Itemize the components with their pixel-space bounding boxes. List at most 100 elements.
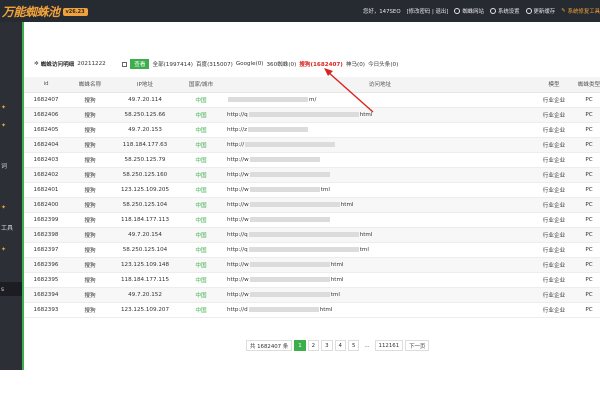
table-row[interactable]: 1682404搜狗118.184.177.63中国http://行业企业PC20… (24, 137, 600, 153)
nav-spider-sites[interactable]: 蜘蛛网站 (454, 7, 484, 15)
redacted-url-block (248, 306, 319, 312)
table-row[interactable]: 1682405搜狗49.7.20.153中国http://z行业企业PC2021… (24, 122, 600, 138)
stat-shenma[interactable]: 神马(0) (346, 60, 365, 68)
col-header-model[interactable]: 模型 (536, 77, 572, 93)
table-row[interactable]: 1682397 搜狗 58.250.125.104 中国 http://q tml 行业企业… (24, 242, 600, 258)
table-row[interactable]: 1682400 搜狗 58.250.125.104 中国 http://w html 行业企… (24, 197, 600, 213)
cell-url[interactable]: http://q html (224, 107, 536, 123)
pager-page-4[interactable]: 4 (334, 340, 346, 351)
sidebar-item-7[interactable]: s (0, 282, 22, 296)
cell-region: 中国 (178, 257, 224, 273)
redacted-url-block (248, 126, 309, 132)
cell-url[interactable]: m/ (224, 92, 536, 108)
table-row[interactable]: 1682401 搜狗 123.125.109.205 中国 http://w tml 行业企… (24, 182, 600, 198)
stat-360[interactable]: 360蜘蛛(0) (267, 60, 297, 68)
cell-spider: 搜狗 (68, 302, 112, 318)
cell-model: 行业企业 (536, 272, 572, 288)
stat-google[interactable]: Google(0) (236, 61, 264, 67)
cell-region: 中国 (178, 242, 224, 258)
cell-spider: 搜狗 (68, 137, 112, 153)
cell-model: 行业企业 (536, 182, 572, 198)
url-prefix: http://d (227, 306, 248, 313)
cell-url[interactable]: http://w html (224, 197, 536, 213)
cell-type: PC (572, 92, 600, 108)
cell-model: 行业企业 (536, 212, 572, 228)
stat-all[interactable]: 全部(1997414) (152, 60, 192, 68)
table-row[interactable]: 1682402搜狗58.250.125.160中国http://w行业企业PC2… (24, 167, 600, 183)
pager-last-page[interactable]: 112161 (374, 340, 404, 351)
cell-url[interactable]: http://w tml (224, 182, 536, 198)
sidebar-item-2[interactable]: ✦ (0, 118, 22, 132)
pager-page-5[interactable]: 5 (347, 340, 360, 351)
cell-url[interactable]: http://z (224, 122, 536, 138)
col-header-type[interactable]: 蜘蛛类型 (572, 77, 600, 93)
cell-region: 中国 (178, 137, 224, 153)
url-prefix: http://q (227, 111, 248, 118)
col-header-id[interactable]: id (24, 77, 68, 93)
cell-type: PC (572, 257, 600, 273)
cell-id: 1682396 (24, 257, 68, 273)
table-row[interactable]: 1682393 搜狗 123.125.109.207 中国 http://d html 行业… (24, 302, 600, 318)
cell-spider: 搜狗 (68, 257, 112, 273)
table-row[interactable]: 1682399 搜狗 118.184.177.113 中国 http://w 行业企业 PC… (24, 212, 600, 228)
pager-page-1[interactable]: 1 (294, 340, 306, 351)
col-header-region[interactable]: 国家/城市 (178, 77, 224, 93)
search-button[interactable]: 查看 (130, 59, 150, 69)
table-row[interactable]: 1682396 搜狗 123.125.109.148 中国 http://w html 行业… (24, 257, 600, 273)
sidebar-item-3[interactable]: 词 (0, 158, 22, 172)
date-input[interactable] (77, 61, 120, 67)
cell-model: 行业企业 (536, 242, 572, 258)
cell-id: 1682395 (24, 272, 68, 288)
cell-region: 中国 (178, 272, 224, 288)
cell-type: PC (572, 152, 600, 168)
cell-url[interactable]: http://q html (224, 227, 536, 243)
cell-id: 1682397 (24, 242, 68, 258)
redacted-url-block (249, 171, 330, 177)
cell-url[interactable]: http://w html (224, 272, 536, 288)
cell-spider: 搜狗 (68, 197, 112, 213)
col-header-url[interactable]: 访问地址 (224, 77, 536, 93)
nav-repair-tool[interactable]: ✎ 系统修复工具 (561, 7, 600, 15)
cell-model: 行业企业 (536, 227, 572, 243)
url-prefix: http://w (227, 156, 249, 163)
calendar-icon[interactable] (122, 61, 128, 67)
table-row[interactable]: 1682407搜狗49.7.20.114中国m/行业企业PC2021-1 (24, 92, 600, 108)
cell-id: 1682399 (24, 212, 68, 228)
table-row[interactable]: 1682394搜狗49.7.20.152中国http://wtml行业企业PC2… (24, 287, 600, 303)
col-header-ip[interactable]: IP地址 (112, 77, 178, 93)
cell-url[interactable]: http://w (224, 152, 536, 168)
cell-url[interactable]: http://w (224, 167, 536, 183)
cell-url[interactable]: http://w html (224, 257, 536, 273)
cell-type: PC (572, 272, 600, 288)
cell-url[interactable]: http://d html (224, 302, 536, 318)
stat-sogou[interactable]: 搜狗(1682407) (299, 60, 343, 68)
stat-toutiao[interactable]: 今日头条(0) (368, 60, 398, 68)
pager-page-2[interactable]: 2 (307, 340, 320, 351)
cell-type: PC (572, 137, 600, 153)
pager-page-3[interactable]: 3 (321, 340, 333, 351)
table-row[interactable]: 1682406 搜狗 58.250.125.66 中国 http://q html 行业企业… (24, 107, 600, 123)
sidebar-item-1[interactable]: ✦ (0, 100, 22, 114)
redacted-url-block (249, 276, 330, 282)
cell-url[interactable]: http://q tml (224, 242, 536, 258)
sidebar-item-6[interactable]: ✦ (0, 242, 22, 256)
cell-id: 1682407 (24, 92, 68, 108)
table-row[interactable]: 1682395 搜狗 118.184.177.115 中国 http://w html 行业… (24, 272, 600, 288)
table-row[interactable]: 1682403搜狗58.250.125.79中国http://w行业企业PC20… (24, 152, 600, 168)
pager-next-button[interactable]: 下一页 (405, 340, 430, 351)
cell-url[interactable]: http://w (224, 212, 536, 228)
col-header-spider[interactable]: 蜘蛛名称 (68, 77, 112, 93)
sidebar-item-5[interactable]: 工具 (0, 220, 22, 234)
sidebar-item-4[interactable]: ✦ (0, 200, 22, 214)
stat-baidu[interactable]: 百度(315007) (196, 60, 233, 68)
cell-url[interactable]: http:// (224, 137, 536, 153)
account-links[interactable]: [修改密码 | 退出] (407, 7, 449, 15)
table-row[interactable]: 1682398 搜狗 49.7.20.154 中国 http://q html 行业企业 PC… (24, 227, 600, 243)
cell-url[interactable]: http://w tml (224, 287, 536, 303)
nav-system-settings[interactable]: 系统设置 (489, 7, 520, 15)
cell-spider: 搜狗 (68, 242, 112, 258)
nav-update-cache[interactable]: 更新缓存 (525, 7, 555, 15)
cell-region: 中国 (178, 152, 224, 168)
logo[interactable]: 万能蜘蛛池 v26.23 (2, 4, 88, 19)
cell-spider: 搜狗 (68, 287, 112, 303)
